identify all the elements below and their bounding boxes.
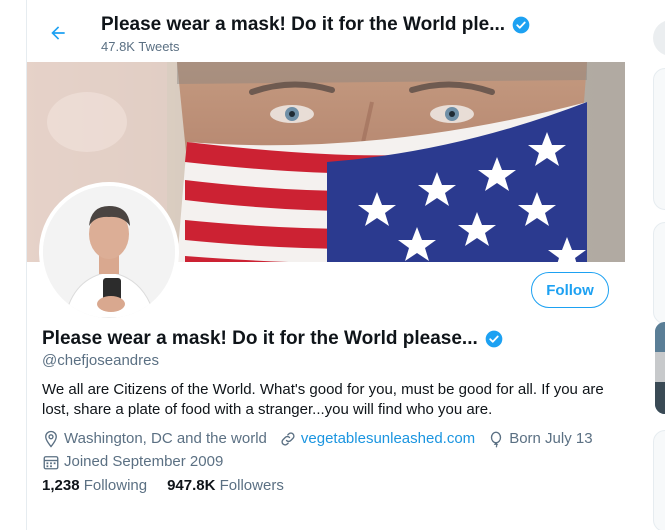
profile-website[interactable]: vegetablesunleashed.com: [279, 429, 475, 449]
profile-stats: 1,238 Following 947.8K Followers: [42, 477, 304, 494]
left-margin: [0, 0, 26, 530]
location-text: Washington, DC and the world: [64, 430, 267, 447]
following-link[interactable]: 1,238 Following: [42, 477, 147, 494]
sidebar-card[interactable]: [653, 222, 665, 324]
joined-text: Joined September 2009: [64, 453, 224, 470]
birthday-text: Born July 13: [509, 430, 593, 447]
profile-name-row: Please wear a mask! Do it for the World …: [42, 328, 504, 350]
balloon-icon: [491, 431, 502, 448]
calendar-icon: [43, 456, 59, 470]
profile-bio: We all are Citizens of the World. What's…: [42, 381, 604, 418]
right-sidebar: [625, 0, 665, 530]
profile-handle: @chefjoseandres: [42, 352, 159, 369]
profile-column: Please wear a mask! Do it for the World …: [26, 0, 627, 530]
profile-header: Please wear a mask! Do it for the World …: [27, 0, 626, 62]
location-pin-icon: [45, 430, 57, 448]
sidebar-card[interactable]: [653, 430, 665, 530]
website-link[interactable]: vegetablesunleashed.com: [301, 429, 475, 449]
header-title: Please wear a mask! Do it for the World …: [101, 14, 506, 35]
header-title-block: Please wear a mask! Do it for the World …: [101, 14, 621, 54]
sidebar-card[interactable]: [653, 68, 665, 210]
back-button[interactable]: [41, 16, 75, 50]
sidebar-thumbnail[interactable]: [655, 322, 665, 414]
tweet-count: 47.8K Tweets: [101, 39, 180, 54]
profile-avatar[interactable]: [39, 182, 179, 322]
followers-link[interactable]: 947.8K Followers: [167, 477, 284, 494]
profile-meta: Washington, DC and the world vegetablesu…: [42, 429, 622, 472]
profile-birthday: Born July 13: [487, 429, 593, 449]
profile-joined: Joined September 2009: [42, 452, 223, 472]
profile-location: Washington, DC and the world: [42, 429, 267, 449]
verified-badge-icon: [511, 15, 531, 35]
verified-badge-icon: [484, 329, 504, 349]
arrow-left-icon: [51, 26, 65, 40]
profile-name: Please wear a mask! Do it for the World …: [42, 328, 478, 349]
follow-button[interactable]: Follow: [531, 272, 609, 308]
link-icon: [281, 432, 295, 446]
followers-count: 947.8K: [167, 477, 216, 494]
followers-label: Followers: [219, 477, 284, 494]
following-count: 1,238: [42, 477, 80, 494]
sidebar-search-pill[interactable]: [653, 20, 665, 56]
following-label: Following: [83, 477, 148, 494]
